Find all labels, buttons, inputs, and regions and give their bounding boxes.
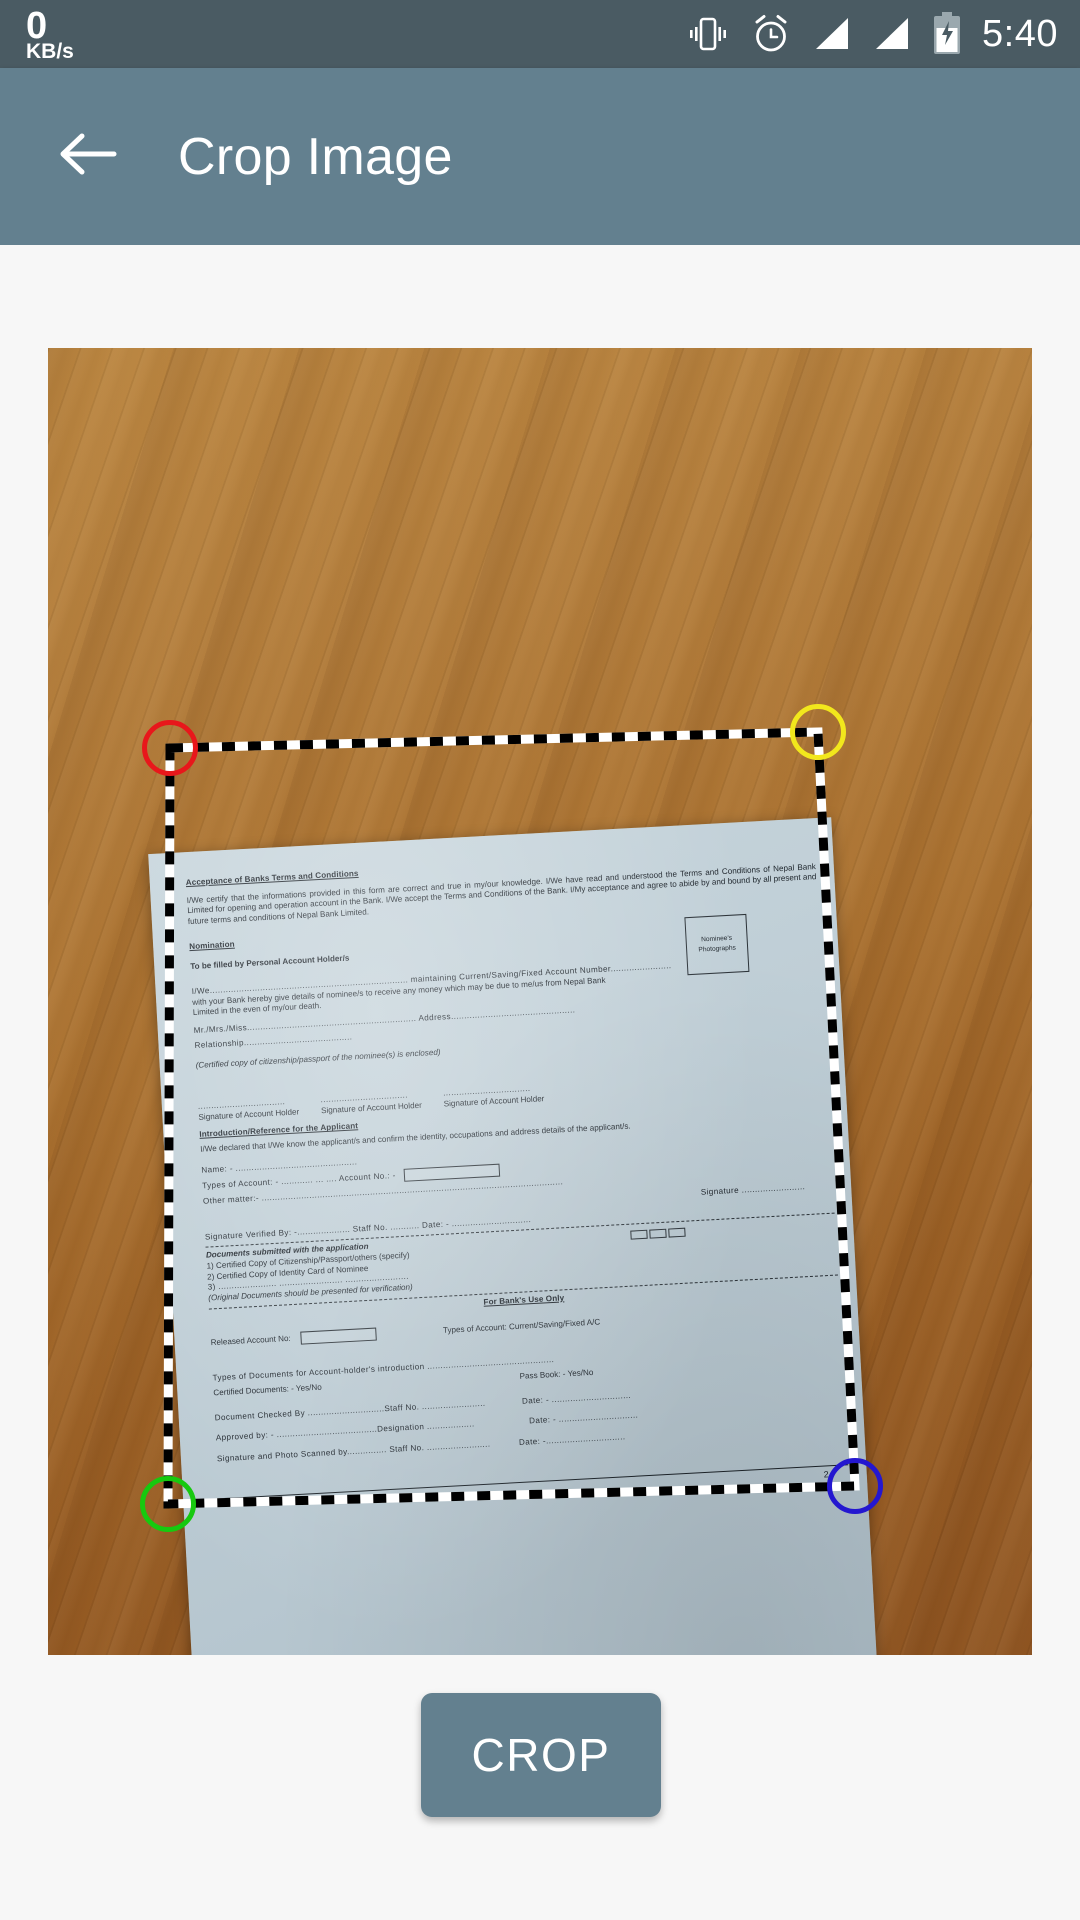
content-area: Nominee's Photographs Acceptance of Bank…: [0, 245, 1080, 1920]
released-account-label: Released Account No:: [210, 1334, 291, 1348]
status-clock: 5:40: [982, 12, 1058, 55]
crop-image-view[interactable]: Nominee's Photographs Acceptance of Bank…: [48, 348, 1032, 1655]
crop-handle-top-left[interactable]: [142, 720, 198, 776]
signal-2-icon: [872, 15, 912, 53]
action-bar: Crop Image: [0, 68, 1080, 245]
signal-1-icon: [812, 15, 852, 53]
vibrate-icon: [686, 14, 730, 54]
page-title: Crop Image: [178, 127, 453, 186]
alarm-icon: [750, 13, 792, 55]
document-photo: Nominee's Photographs Acceptance of Bank…: [148, 817, 882, 1655]
document-checkbox-1[interactable]: [629, 1230, 648, 1241]
photo-box-line2: Photographs: [698, 944, 737, 954]
network-speed-indicator: 0 KB/s: [26, 7, 74, 62]
crop-handle-top-right[interactable]: [790, 704, 846, 760]
crop-button[interactable]: CROP: [421, 1693, 661, 1817]
status-bar: 0 KB/s 5:40: [0, 0, 1080, 68]
back-button[interactable]: [38, 129, 138, 184]
document-text: Nominee's Photographs Acceptance of Bank…: [186, 844, 850, 1514]
network-speed-unit: KB/s: [26, 39, 74, 63]
battery-icon: [932, 12, 962, 56]
status-icons: 5:40: [686, 12, 1058, 56]
document-checkbox-3[interactable]: [668, 1228, 686, 1239]
back-arrow-icon: [56, 129, 120, 184]
document-checkbox-2[interactable]: [649, 1229, 667, 1240]
crop-handle-bottom-right[interactable]: [827, 1458, 883, 1514]
network-speed-value: 0: [26, 4, 47, 47]
crop-handle-bottom-left[interactable]: [140, 1476, 196, 1532]
documents-checkbox-column: [629, 1225, 686, 1244]
nominee-photo-box: Nominee's Photographs: [684, 913, 750, 976]
